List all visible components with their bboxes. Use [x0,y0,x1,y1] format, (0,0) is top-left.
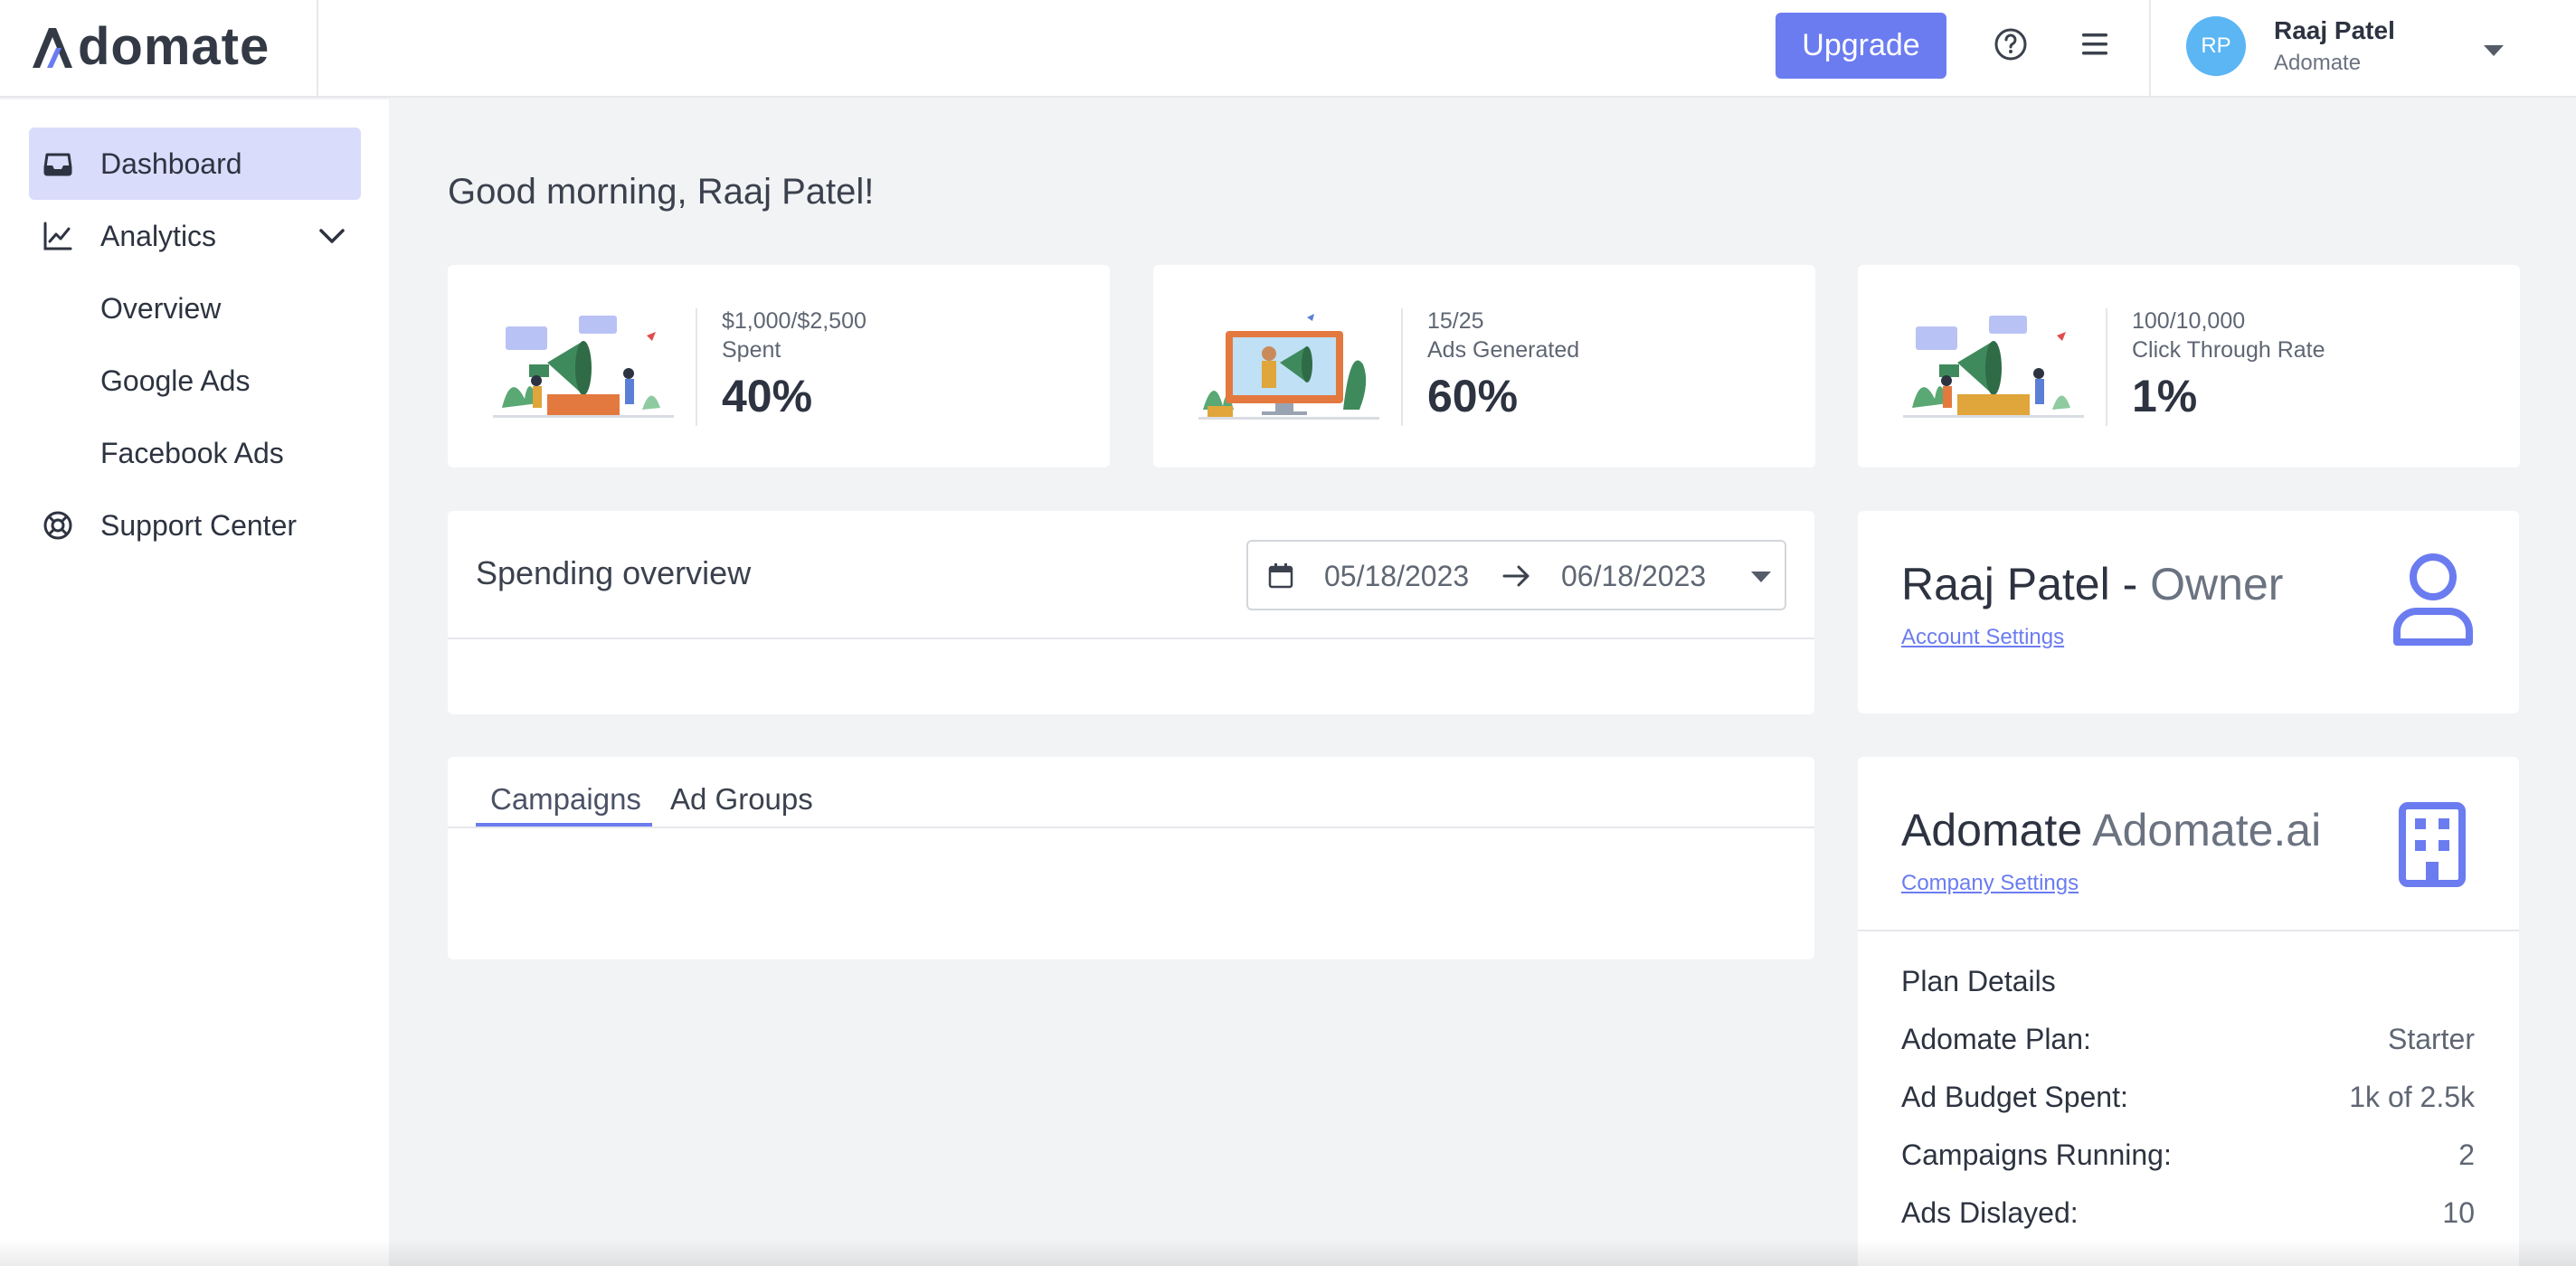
menu-icon[interactable] [2079,28,2111,61]
stat-label: Click Through Rate [2132,337,2325,363]
owner-name: Raaj Patel [1901,559,2110,609]
stat-card-ads-generated: 15/25 Ads Generated 60% [1153,265,1815,468]
arrow-right-icon [1502,565,1530,587]
megaphone-illustration [1903,316,2084,418]
plan-row: Ad Budget Spent: 1k of 2.5k [1901,1081,2475,1114]
megaphone-illustration [493,316,674,418]
greeting: Good morning, Raaj Patel! [448,172,875,212]
company-domain: Adomate.ai [2092,805,2322,855]
campaigns-tabs-card: Campaigns Ad Groups [448,757,1814,959]
stat-card-spent: $1,000/$2,500 Spent 40% [448,265,1110,468]
owner-title: Raaj Patel - Owner [1901,558,2283,610]
stat-divider [1401,308,1403,426]
calendar-icon [1268,563,1293,589]
sidebar-item-label: Analytics [100,219,217,252]
plan-row: Ads Dislayed: 10 [1901,1196,2475,1230]
stat-divider [696,308,697,426]
tab-ad-groups[interactable]: Ad Groups [656,773,828,826]
stat-divider [2106,308,2107,426]
owner-role: Owner [2150,559,2284,609]
lifebuoy-icon [43,511,72,540]
bottom-shadow [0,1239,2576,1266]
owner-card: Raaj Patel - Owner Account Settings [1858,511,2519,713]
company-card: Adomate Adomate.ai Company Settings Plan… [1858,757,2519,1266]
sidebar-item-label: Dashboard [100,146,242,180]
header-divider [317,0,318,98]
stat-percent: 1% [2132,371,2198,421]
owner-separator: - [2109,559,2151,609]
plan-row: Campaigns Running: 2 [1901,1138,2475,1172]
sidebar-item-analytics[interactable]: Analytics [29,200,361,272]
line-chart-icon [43,222,72,250]
stat-fraction: 100/10,000 [2132,308,2246,334]
company-name: Adomate [1901,805,2083,855]
plan-row-key: Campaigns Running: [1901,1138,2172,1171]
stat-label: Ads Generated [1427,337,1580,363]
sidebar-item-dashboard[interactable]: Dashboard [29,128,361,200]
tab-divider [448,827,1814,828]
user-menu-caret-icon[interactable] [2484,45,2504,56]
logo-mark-icon [33,28,72,68]
caret-down-icon[interactable] [1751,572,1771,582]
inbox-icon [43,153,72,176]
logo[interactable]: domate [29,20,270,74]
sidebar-subitem-google-ads[interactable]: Google Ads [100,364,250,398]
upgrade-button[interactable]: Upgrade [1776,13,1946,79]
plan-row-value: 2 [2458,1138,2475,1171]
date-start[interactable]: 05/18/2023 [1324,560,1469,593]
building-icon [2399,802,2466,887]
date-range-picker[interactable]: 05/18/2023 06/18/2023 [1246,540,1786,610]
spending-overview-card: Spending overview 05/18/2023 06/18/2023 [448,511,1814,714]
active-tab-indicator [476,823,652,827]
stat-card-click-through-rate: 100/10,000 Click Through Rate 1% [1858,265,2520,468]
header-divider [2149,0,2151,98]
sidebar-subitem-overview[interactable]: Overview [100,292,221,326]
plan-row-value: 1k of 2.5k [2349,1081,2475,1113]
stat-fraction: 15/25 [1427,308,1484,334]
logo-text: domate [78,17,270,76]
chevron-down-icon[interactable] [317,223,346,249]
account-settings-link[interactable]: Account Settings [1901,625,2064,650]
sidebar-item-label: Support Center [100,508,298,542]
date-end[interactable]: 06/18/2023 [1561,560,1706,593]
plan-row-value: Starter [2387,1023,2475,1055]
user-icon [2393,553,2473,646]
sidebar-item-support-center[interactable]: Support Center [29,489,361,562]
top-header: domate Upgrade RP Raaj Patel Adomate [0,0,2576,98]
sidebar: Dashboard Analytics Overview Google Ads … [0,99,389,1266]
user-name[interactable]: Raaj Patel [2274,16,2395,45]
user-organization: Adomate [2274,51,2362,75]
company-title: Adomate Adomate.ai [1901,804,2321,856]
plan-row-value: 10 [2442,1196,2475,1229]
card-divider [1858,930,2519,931]
stat-percent: 60% [1427,371,1519,421]
plan-details-heading: Plan Details [1901,965,2056,997]
stat-label: Spent [722,337,781,363]
plan-row-key: Ads Dislayed: [1901,1196,2079,1229]
company-settings-link[interactable]: Company Settings [1901,871,2079,896]
monitor-illustration [1198,314,1379,420]
stat-fraction: $1,000/$2,500 [722,308,867,334]
sidebar-subitem-facebook-ads[interactable]: Facebook Ads [100,437,284,470]
help-icon[interactable] [1993,26,2029,62]
stat-percent: 40% [722,371,813,421]
avatar[interactable]: RP [2186,16,2246,76]
spending-overview-title: Spending overview [476,554,752,591]
plan-row-key: Ad Budget Spent: [1901,1081,2128,1113]
card-divider [448,638,1814,639]
plan-row: Adomate Plan: Starter [1901,1023,2475,1056]
plan-row-key: Adomate Plan: [1901,1023,2091,1055]
tab-campaigns[interactable]: Campaigns [476,773,656,826]
